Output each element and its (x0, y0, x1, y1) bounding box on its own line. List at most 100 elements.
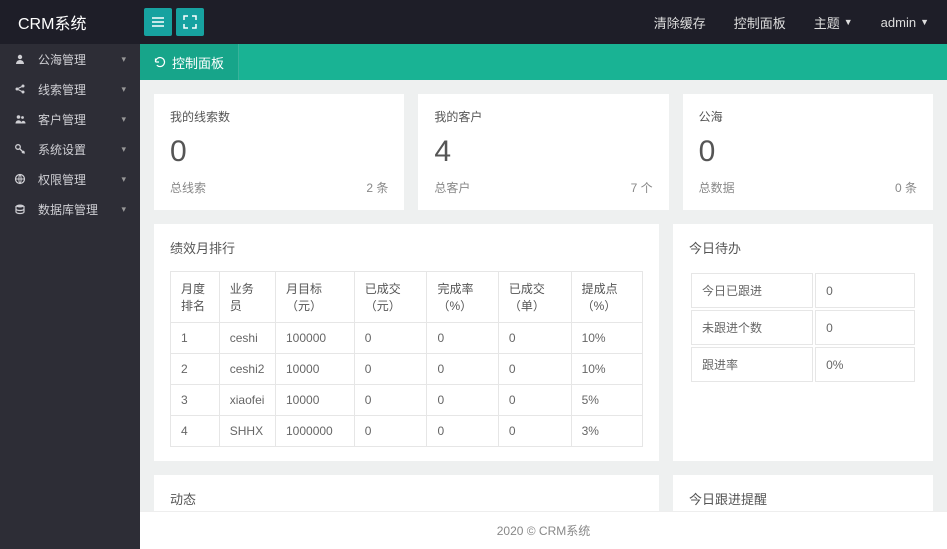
table-cell: 3% (571, 416, 642, 447)
table-header: 完成率（%） (427, 272, 498, 323)
table-cell: 0 (498, 385, 571, 416)
user-dropdown[interactable]: admin ▼ (881, 15, 929, 30)
sidebar-item-label: 系统设置 (38, 141, 86, 158)
table-header: 已成交（单） (498, 272, 571, 323)
stat-sub-value: 0 条 (895, 179, 917, 196)
menu-toggle-button[interactable] (144, 8, 172, 36)
table-cell: 100000 (276, 323, 355, 354)
table-header: 月目标（元） (276, 272, 355, 323)
chevron-down-icon: ▼ (920, 17, 929, 27)
performance-table: 月度排名业务员月目标（元）已成交（元）完成率（%）已成交（单）提成点（%） 1c… (170, 271, 643, 447)
table-header: 月度排名 (171, 272, 220, 323)
todo-title: 今日待办 (689, 238, 917, 257)
db-icon (14, 203, 30, 215)
tabbar: 控制面板 (140, 44, 947, 80)
users-icon (14, 113, 30, 125)
chevron-down-icon: ▾ (121, 174, 126, 185)
table-cell: 2 (171, 354, 220, 385)
sidebar-item-3[interactable]: 系统设置 ▾ (0, 134, 140, 164)
chevron-down-icon: ▾ (121, 84, 126, 95)
stat-sub-value: 7 个 (631, 179, 653, 196)
table-cell: 10000 (276, 385, 355, 416)
user-label: admin (881, 15, 916, 30)
clear-cache-link[interactable]: 清除缓存 (654, 13, 706, 32)
table-cell: 0 (427, 323, 498, 354)
sidebar: 公海管理 ▾ 线索管理 ▾ 客户管理▾ 系统设置 ▾ 权限管理 ▾ 数据库管理 ▾ (0, 44, 140, 549)
stat-value: 0 (170, 135, 388, 169)
tab-label: 控制面板 (172, 53, 224, 72)
stat-value: 0 (699, 135, 917, 169)
chevron-down-icon: ▾ (121, 144, 126, 155)
key-icon (14, 143, 30, 155)
table-row: 跟进率0% (691, 347, 915, 382)
table-row: 1ceshi10000000010% (171, 323, 643, 354)
fullscreen-button[interactable] (176, 8, 204, 36)
user-icon (14, 53, 30, 65)
refresh-icon (154, 56, 166, 68)
table-cell: 0 (498, 354, 571, 385)
theme-dropdown[interactable]: 主题 ▼ (814, 13, 853, 32)
stat-title: 公海 (699, 108, 917, 125)
table-cell: 4 (171, 416, 220, 447)
stat-sub-label: 总线索 (170, 179, 206, 196)
table-cell: ceshi2 (219, 354, 275, 385)
sidebar-item-1[interactable]: 线索管理 ▾ (0, 74, 140, 104)
sidebar-item-4[interactable]: 权限管理 ▾ (0, 164, 140, 194)
table-cell: 跟进率 (691, 347, 813, 382)
sidebar-item-label: 客户管理 (38, 111, 86, 128)
table-cell: 0 (427, 416, 498, 447)
stat-value: 4 (434, 135, 652, 169)
chevron-down-icon: ▾ (121, 204, 126, 215)
table-cell: 0 (427, 354, 498, 385)
sidebar-item-5[interactable]: 数据库管理 ▾ (0, 194, 140, 224)
sidebar-item-label: 数据库管理 (38, 201, 98, 218)
sidebar-item-label: 线索管理 (38, 81, 86, 98)
stat-card-0: 我的线索数 0 总线索 2 条 (154, 94, 404, 210)
sidebar-item-label: 权限管理 (38, 171, 86, 188)
stat-sub-value: 2 条 (366, 179, 388, 196)
table-cell: 10% (571, 354, 642, 385)
table-row: 未跟进个数0 (691, 310, 915, 345)
table-cell: 3 (171, 385, 220, 416)
performance-panel: 绩效月排行 月度排名业务员月目标（元）已成交（元）完成率（%）已成交（单）提成点… (154, 224, 659, 461)
table-row: 4SHHX10000000003% (171, 416, 643, 447)
table-cell: 0 (815, 273, 915, 308)
table-cell: 5% (571, 385, 642, 416)
chevron-down-icon: ▾ (121, 54, 126, 65)
table-cell: 10% (571, 323, 642, 354)
chevron-down-icon: ▼ (844, 17, 853, 27)
table-cell: 今日已跟进 (691, 273, 813, 308)
table-row: 2ceshi21000000010% (171, 354, 643, 385)
table-cell: 0 (354, 354, 427, 385)
table-cell: 0 (354, 323, 427, 354)
table-cell: 0% (815, 347, 915, 382)
todo-table: 今日已跟进0未跟进个数0跟进率0% (689, 271, 917, 384)
table-cell: 0 (427, 385, 498, 416)
table-cell: 10000 (276, 354, 355, 385)
brand-title: CRM系统 (0, 10, 140, 34)
todo-panel: 今日待办 今日已跟进0未跟进个数0跟进率0% (673, 224, 933, 461)
table-cell: SHHX (219, 416, 275, 447)
stat-sub-label: 总数据 (699, 179, 735, 196)
stat-title: 我的客户 (434, 108, 652, 125)
table-cell: 未跟进个数 (691, 310, 813, 345)
feed-title: 动态 (170, 489, 643, 508)
table-cell: ceshi (219, 323, 275, 354)
table-cell: 0 (498, 323, 571, 354)
stat-sub-label: 总客户 (434, 179, 470, 196)
table-cell: 0 (815, 310, 915, 345)
performance-title: 绩效月排行 (170, 238, 643, 257)
tab-dashboard[interactable]: 控制面板 (140, 44, 239, 80)
table-cell: 0 (498, 416, 571, 447)
sidebar-item-2[interactable]: 客户管理▾ (0, 104, 140, 134)
table-cell: 1000000 (276, 416, 355, 447)
remind-title: 今日跟进提醒 (689, 489, 917, 508)
sidebar-item-0[interactable]: 公海管理 ▾ (0, 44, 140, 74)
table-header: 提成点（%） (571, 272, 642, 323)
stat-card-1: 我的客户 4 总客户 7 个 (418, 94, 668, 210)
table-row: 今日已跟进0 (691, 273, 915, 308)
sidebar-item-label: 公海管理 (38, 51, 86, 68)
dashboard-link[interactable]: 控制面板 (734, 13, 786, 32)
table-row: 3xiaofei100000005% (171, 385, 643, 416)
stat-title: 我的线索数 (170, 108, 388, 125)
